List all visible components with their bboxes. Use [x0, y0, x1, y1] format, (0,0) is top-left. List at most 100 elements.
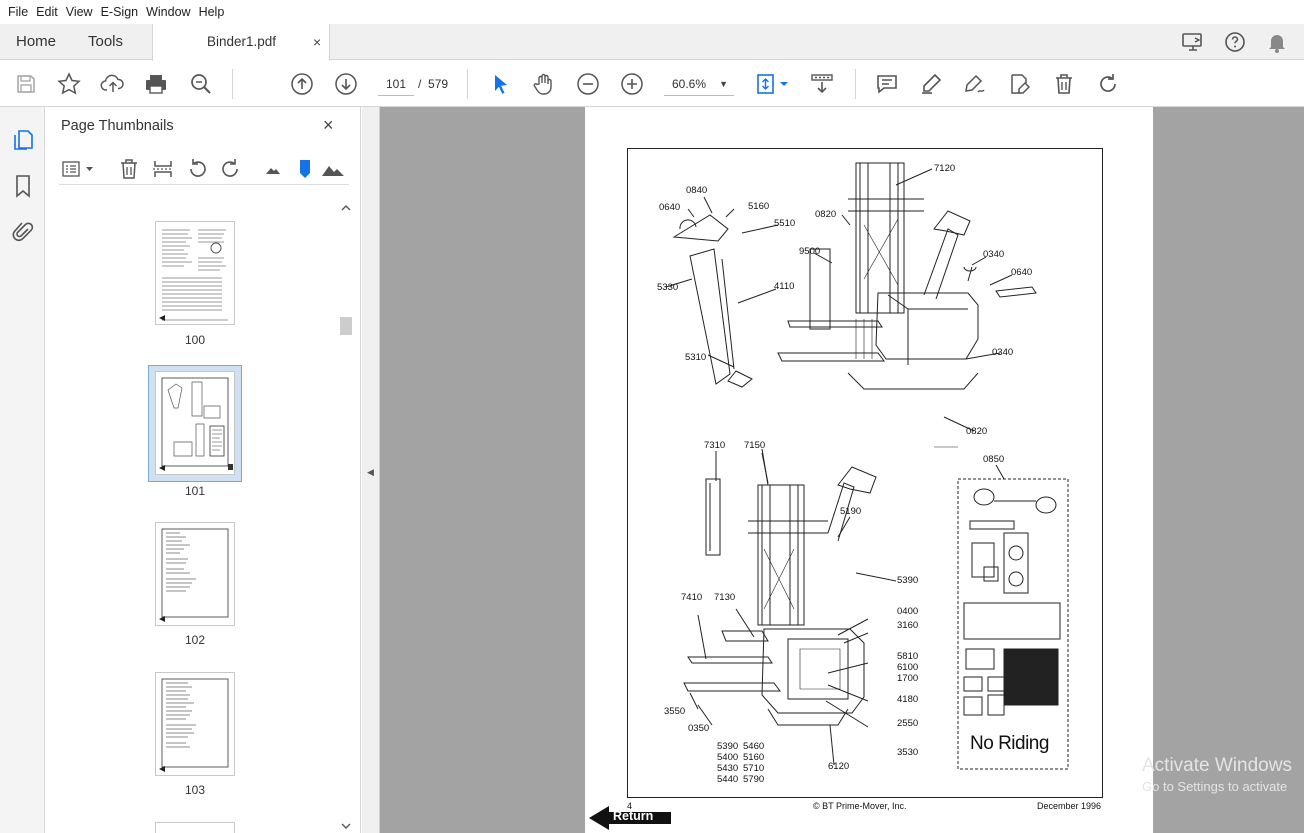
thumbnail-page-103[interactable]	[155, 672, 235, 776]
part-callout: 2550	[897, 718, 919, 729]
part-callout: 5400	[717, 752, 739, 763]
redo-rotate-icon[interactable]	[1094, 70, 1122, 98]
upload-cloud-icon[interactable]	[99, 70, 127, 98]
thumbnail-page-next[interactable]	[155, 822, 235, 833]
page-count-label: / 579	[418, 77, 449, 91]
zoom-out-icon[interactable]	[574, 70, 602, 98]
panel-scrollbar[interactable]	[338, 199, 354, 833]
thumbnail-label: 102	[184, 633, 206, 647]
thumbnail-page-102[interactable]	[155, 522, 235, 626]
close-tab-button[interactable]: ×	[313, 24, 321, 60]
part-callout: 6100	[897, 662, 919, 673]
part-callout: 5160	[743, 752, 765, 763]
edit-document-icon[interactable]	[1006, 70, 1034, 98]
watermark-line-1: Activate Windows	[1142, 755, 1292, 776]
part-callout: 7130	[714, 592, 736, 603]
collapse-left-icon: ◀	[367, 467, 374, 477]
zoom-level-select[interactable]: 60.6% ▼	[664, 72, 734, 96]
tab-bar: Home Tools Binder1.pdf ×	[0, 24, 1304, 61]
scroll-up-icon	[341, 205, 351, 211]
notification-bell-icon[interactable]	[1264, 30, 1290, 54]
page-footer-date: December 1996	[1037, 801, 1102, 811]
page-thumbnails-icon[interactable]	[10, 127, 36, 153]
tab-tools[interactable]: Tools	[88, 24, 123, 60]
attachments-paperclip-icon[interactable]	[10, 219, 36, 245]
windows-activation-watermark: Activate Windows Go to Settings to activ…	[1142, 755, 1292, 794]
menu-file[interactable]: File	[4, 5, 32, 19]
close-panel-button[interactable]: ×	[323, 115, 334, 136]
rotate-left-icon[interactable]	[185, 157, 209, 181]
menu-view[interactable]: View	[62, 5, 97, 19]
extract-page-icon[interactable]	[151, 157, 175, 181]
menu-edit[interactable]: Edit	[32, 5, 62, 19]
return-link-button[interactable]: Return	[589, 805, 673, 831]
part-callout: 0850	[983, 454, 1005, 465]
delete-trash-icon[interactable]	[1050, 70, 1078, 98]
hand-tool-icon[interactable]	[530, 70, 558, 98]
tab-document[interactable]: Binder1.pdf ×	[152, 24, 330, 61]
part-callout: 5460	[743, 741, 765, 752]
part-callout: 5310	[685, 352, 707, 363]
part-callout: 0400	[897, 606, 919, 617]
delete-page-icon[interactable]	[117, 157, 141, 181]
previous-page-icon[interactable]	[288, 70, 316, 98]
thumbnail-size-slider-icon[interactable]	[293, 157, 317, 181]
toolbar-divider	[855, 69, 856, 99]
thumbnail-label: 100	[184, 333, 206, 347]
part-callout: 0350	[688, 723, 710, 734]
part-callout: 0640	[1011, 267, 1033, 278]
thumbnail-page-101[interactable]	[155, 371, 235, 475]
large-thumbnails-icon[interactable]	[321, 157, 345, 181]
page-thumbnails-panel: Page Thumbnails × 100 101 102 103	[45, 107, 361, 833]
thumbnail-label: 101	[184, 484, 206, 498]
scroll-mode-icon[interactable]	[808, 70, 836, 98]
part-callout: 5330	[657, 282, 679, 293]
part-callout: 0340	[983, 249, 1005, 260]
bookmark-star-icon[interactable]	[55, 70, 83, 98]
comment-icon[interactable]	[873, 70, 901, 98]
zoom-search-icon[interactable]	[187, 70, 215, 98]
main-toolbar: 101 / 579 60.6% ▼	[0, 61, 1304, 107]
part-callout: 5390	[897, 575, 919, 586]
menu-help[interactable]: Help	[195, 5, 229, 19]
no-riding-sticker: No Riding	[970, 733, 1049, 754]
thumbnail-toolbar	[59, 153, 349, 185]
page-footer-copyright: © BT Prime-Mover, Inc.	[813, 801, 907, 811]
part-callout: 0840	[686, 185, 708, 196]
help-icon[interactable]	[1222, 30, 1248, 54]
menu-window[interactable]: Window	[142, 5, 194, 19]
illustration-frame: 0840 5160 0640 5510 0820 7120 9500 0340 …	[627, 148, 1103, 798]
total-pages: 579	[428, 77, 449, 91]
menu-esign[interactable]: E-Sign	[97, 5, 143, 19]
part-callout: 5790	[743, 774, 765, 785]
fit-page-icon[interactable]	[754, 70, 792, 98]
rotate-right-icon[interactable]	[219, 157, 243, 181]
scrollbar-thumb[interactable]	[340, 317, 352, 335]
thumbnail-label: 103	[184, 783, 206, 797]
thumbnail-options-menu[interactable]	[61, 157, 97, 181]
small-thumbnails-icon[interactable]	[261, 157, 285, 181]
zoom-in-icon[interactable]	[618, 70, 646, 98]
tab-home[interactable]: Home	[16, 24, 56, 60]
document-view[interactable]: 0840 5160 0640 5510 0820 7120 9500 0340 …	[380, 107, 1304, 833]
print-icon[interactable]	[142, 70, 170, 98]
page-number-input[interactable]: 101	[378, 72, 414, 96]
part-callout: 9500	[799, 246, 821, 257]
highlight-pen-icon[interactable]	[917, 70, 945, 98]
select-cursor-icon[interactable]	[486, 70, 514, 98]
thumbnail-page-100[interactable]	[155, 221, 235, 325]
menu-bar: File Edit View E-Sign Window Help	[0, 0, 1304, 24]
part-callout: 5810	[897, 651, 919, 662]
share-screen-icon[interactable]	[1180, 30, 1206, 54]
watermark-line-2: Go to Settings to activate	[1142, 779, 1288, 794]
draw-sign-icon[interactable]	[961, 70, 989, 98]
panel-title: Page Thumbnails	[61, 118, 174, 134]
panel-collapse-handle[interactable]: ◀	[362, 107, 380, 833]
chevron-down-icon: ▼	[719, 79, 728, 89]
return-label: Return	[613, 809, 654, 823]
bookmarks-icon[interactable]	[10, 173, 36, 199]
part-callout: 5390	[717, 741, 739, 752]
left-navigation-rail	[0, 107, 45, 833]
next-page-icon[interactable]	[332, 70, 360, 98]
save-icon[interactable]	[12, 70, 40, 98]
